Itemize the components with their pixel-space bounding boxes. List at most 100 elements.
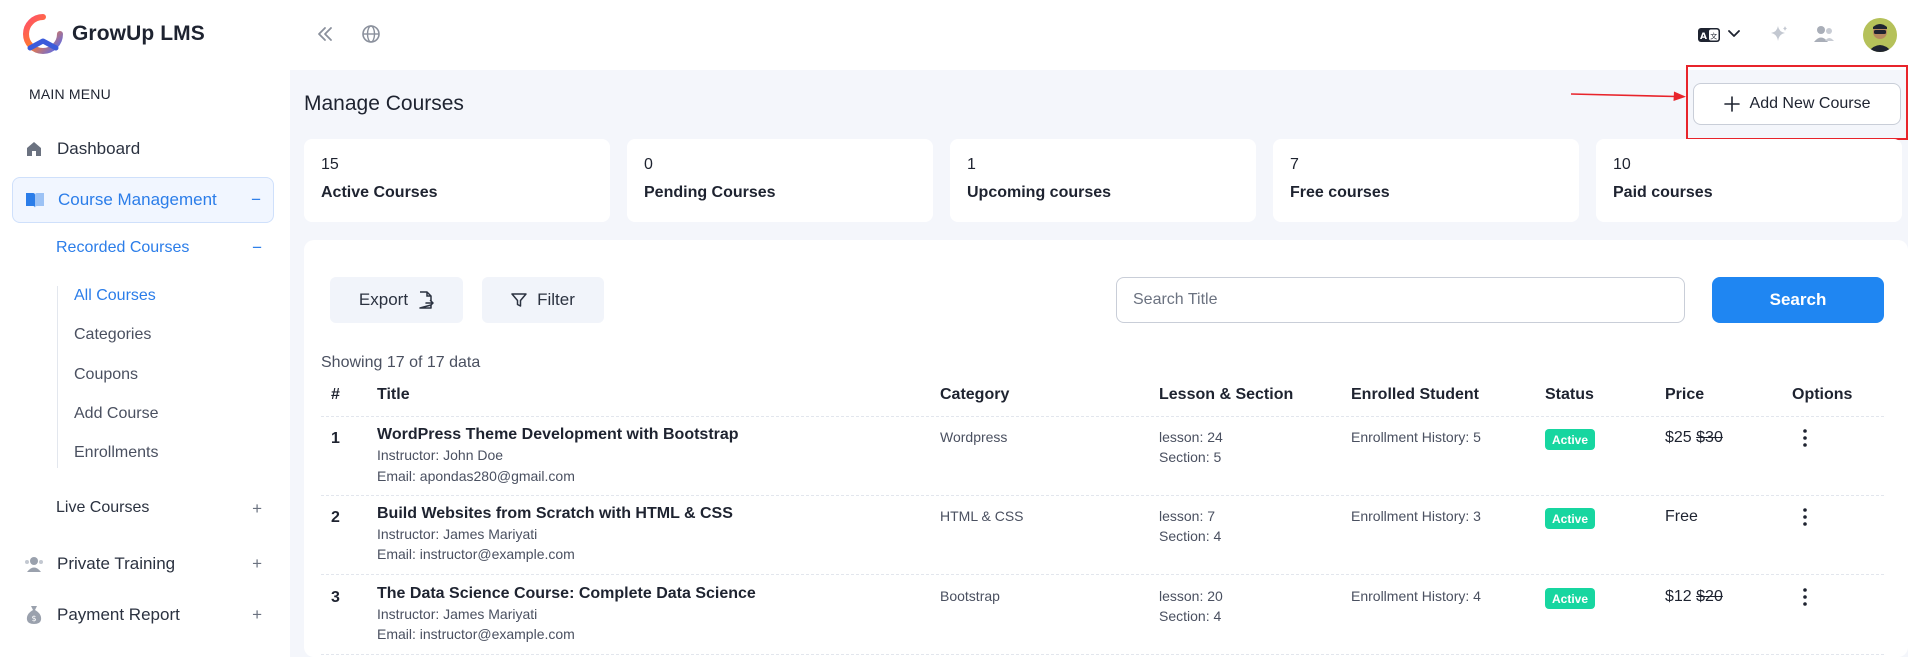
row-number: 3 [331,589,340,606]
course-instructor: Instructor: James Mariyati [377,606,538,622]
export-button[interactable]: Export [330,277,463,323]
row-divider [321,416,1884,417]
course-sections: Section: 5 [1159,449,1222,465]
stat-card-active-courses: 15 Active Courses [304,139,610,222]
column-header-enrolled-student: Enrolled Student [1351,386,1479,403]
brand-name: GrowUp LMS [72,22,205,45]
row-options-button[interactable] [1796,505,1814,529]
course-title[interactable]: The Data Science Course: Complete Data S… [377,585,756,603]
current-price: Free [1665,508,1698,525]
sidebar-subitem-enrollments[interactable]: Enrollments [74,444,158,462]
collapse-toggle[interactable]: − [252,238,262,258]
course-email: Email: apondas280@gmail.com [377,468,575,484]
stat-label: Active Courses [321,184,438,201]
sidebar-subitem-all-courses[interactable]: All Courses [74,287,156,305]
column-header-title: Title [377,386,410,403]
expand-toggle[interactable]: + [252,554,262,574]
row-options-button[interactable] [1796,585,1814,609]
sidebar-item-private-training[interactable]: Private Training + [12,541,274,587]
status-badge: Active [1545,588,1596,609]
current-price: $12 [1665,588,1692,605]
stat-label: Upcoming courses [967,184,1112,201]
kebab-menu-icon [1803,588,1807,606]
course-lessons: lesson: 7 [1159,508,1216,524]
stat-card-paid-courses: 10 Paid courses [1596,139,1902,222]
course-title[interactable]: Build Websites from Scratch with HTML & … [377,505,733,523]
filter-icon [511,293,527,307]
filter-label: Filter [537,290,575,309]
collapse-toggle[interactable]: − [251,190,261,210]
avatar[interactable] [1863,18,1897,52]
course-category: Bootstrap [940,588,1000,604]
course-category: Wordpress [940,429,1008,445]
chevron-down-icon[interactable] [1726,26,1742,42]
course-price: Free [1665,508,1698,526]
submenu-guide-line [57,286,58,468]
expand-toggle[interactable]: + [252,605,262,625]
sparkle-icon[interactable] [1768,23,1790,45]
course-title[interactable]: WordPress Theme Development with Bootstr… [377,426,739,444]
column-header-category: Category [940,386,1010,403]
course-instructor: Instructor: John Doe [377,447,504,463]
current-price: $25 [1665,429,1692,446]
row-divider [321,654,1884,655]
add-new-course-button[interactable]: Add New Course [1693,83,1901,125]
svg-text:$: $ [31,614,36,623]
stat-value: 0 [644,156,653,173]
collapse-sidebar-icon[interactable] [314,23,336,45]
sidebar-item-label: Live Courses [56,499,150,516]
stat-card-pending-courses: 0 Pending Courses [627,139,933,222]
status-badge: Active [1545,508,1596,529]
sidebar-item-course-management[interactable]: Course Management − [12,177,274,223]
page-title: Manage Courses [304,92,464,115]
old-price: $20 [1696,588,1723,605]
sidebar-item-label: Recorded Courses [56,239,190,256]
sidebar-subitem-categories[interactable]: Categories [74,326,151,344]
svg-text:A: A [1700,32,1707,42]
filter-button[interactable]: Filter [482,277,604,323]
svg-text:文: 文 [1710,32,1717,41]
export-file-icon [419,291,434,309]
export-label: Export [358,290,409,309]
course-lessons: lesson: 24 [1159,429,1223,445]
brand[interactable]: GrowUp LMS [22,14,205,54]
enrollment-history[interactable]: Enrollment History: 3 [1351,508,1481,524]
stat-label: Pending Courses [644,184,776,201]
money-bag-icon: $ [24,605,44,625]
language-icon[interactable]: A文 [1696,24,1722,46]
expand-toggle[interactable]: + [252,499,262,519]
search-button[interactable]: Search [1712,277,1884,323]
stat-value: 15 [321,156,339,173]
sidebar-item-dashboard[interactable]: Dashboard [12,126,274,172]
annotation-arrow [1570,91,1686,101]
topbar: A文 [290,0,1908,70]
course-instructor: Instructor: James Mariyati [377,526,538,542]
sidebar-item-live-courses[interactable]: Live Courses + [40,494,274,524]
course-sections: Section: 4 [1159,528,1222,544]
users-icon[interactable] [1812,23,1836,45]
sidebar-subitem-add-course[interactable]: Add Course [74,405,159,423]
sidebar-item-recorded-courses[interactable]: Recorded Courses − [40,230,274,264]
enrollment-history[interactable]: Enrollment History: 5 [1351,429,1481,445]
showing-count: Showing 17 of 17 data [321,354,481,371]
course-sections: Section: 4 [1159,608,1222,624]
sidebar-item-payment-report[interactable]: $ Payment Report + [12,592,274,638]
row-number: 2 [331,509,340,526]
row-options-button[interactable] [1796,426,1814,450]
course-email: Email: instructor@example.com [377,626,575,642]
sidebar-item-label: Private Training [57,554,176,573]
stat-card-free-courses: 7 Free courses [1273,139,1579,222]
sidebar-subitem-coupons[interactable]: Coupons [74,366,138,384]
row-number: 1 [331,430,340,447]
search-title-input[interactable] [1116,277,1685,323]
row-divider [321,495,1884,496]
column-header-options: Options [1792,386,1853,403]
stat-value: 7 [1290,156,1299,173]
course-category: HTML & CSS [940,508,1024,524]
trainer-icon [24,554,44,574]
enrollment-history[interactable]: Enrollment History: 4 [1351,588,1481,604]
sidebar-item-label: Dashboard [57,139,141,158]
globe-icon[interactable] [359,22,383,46]
course-email: Email: instructor@example.com [377,546,575,562]
book-icon [25,190,45,210]
